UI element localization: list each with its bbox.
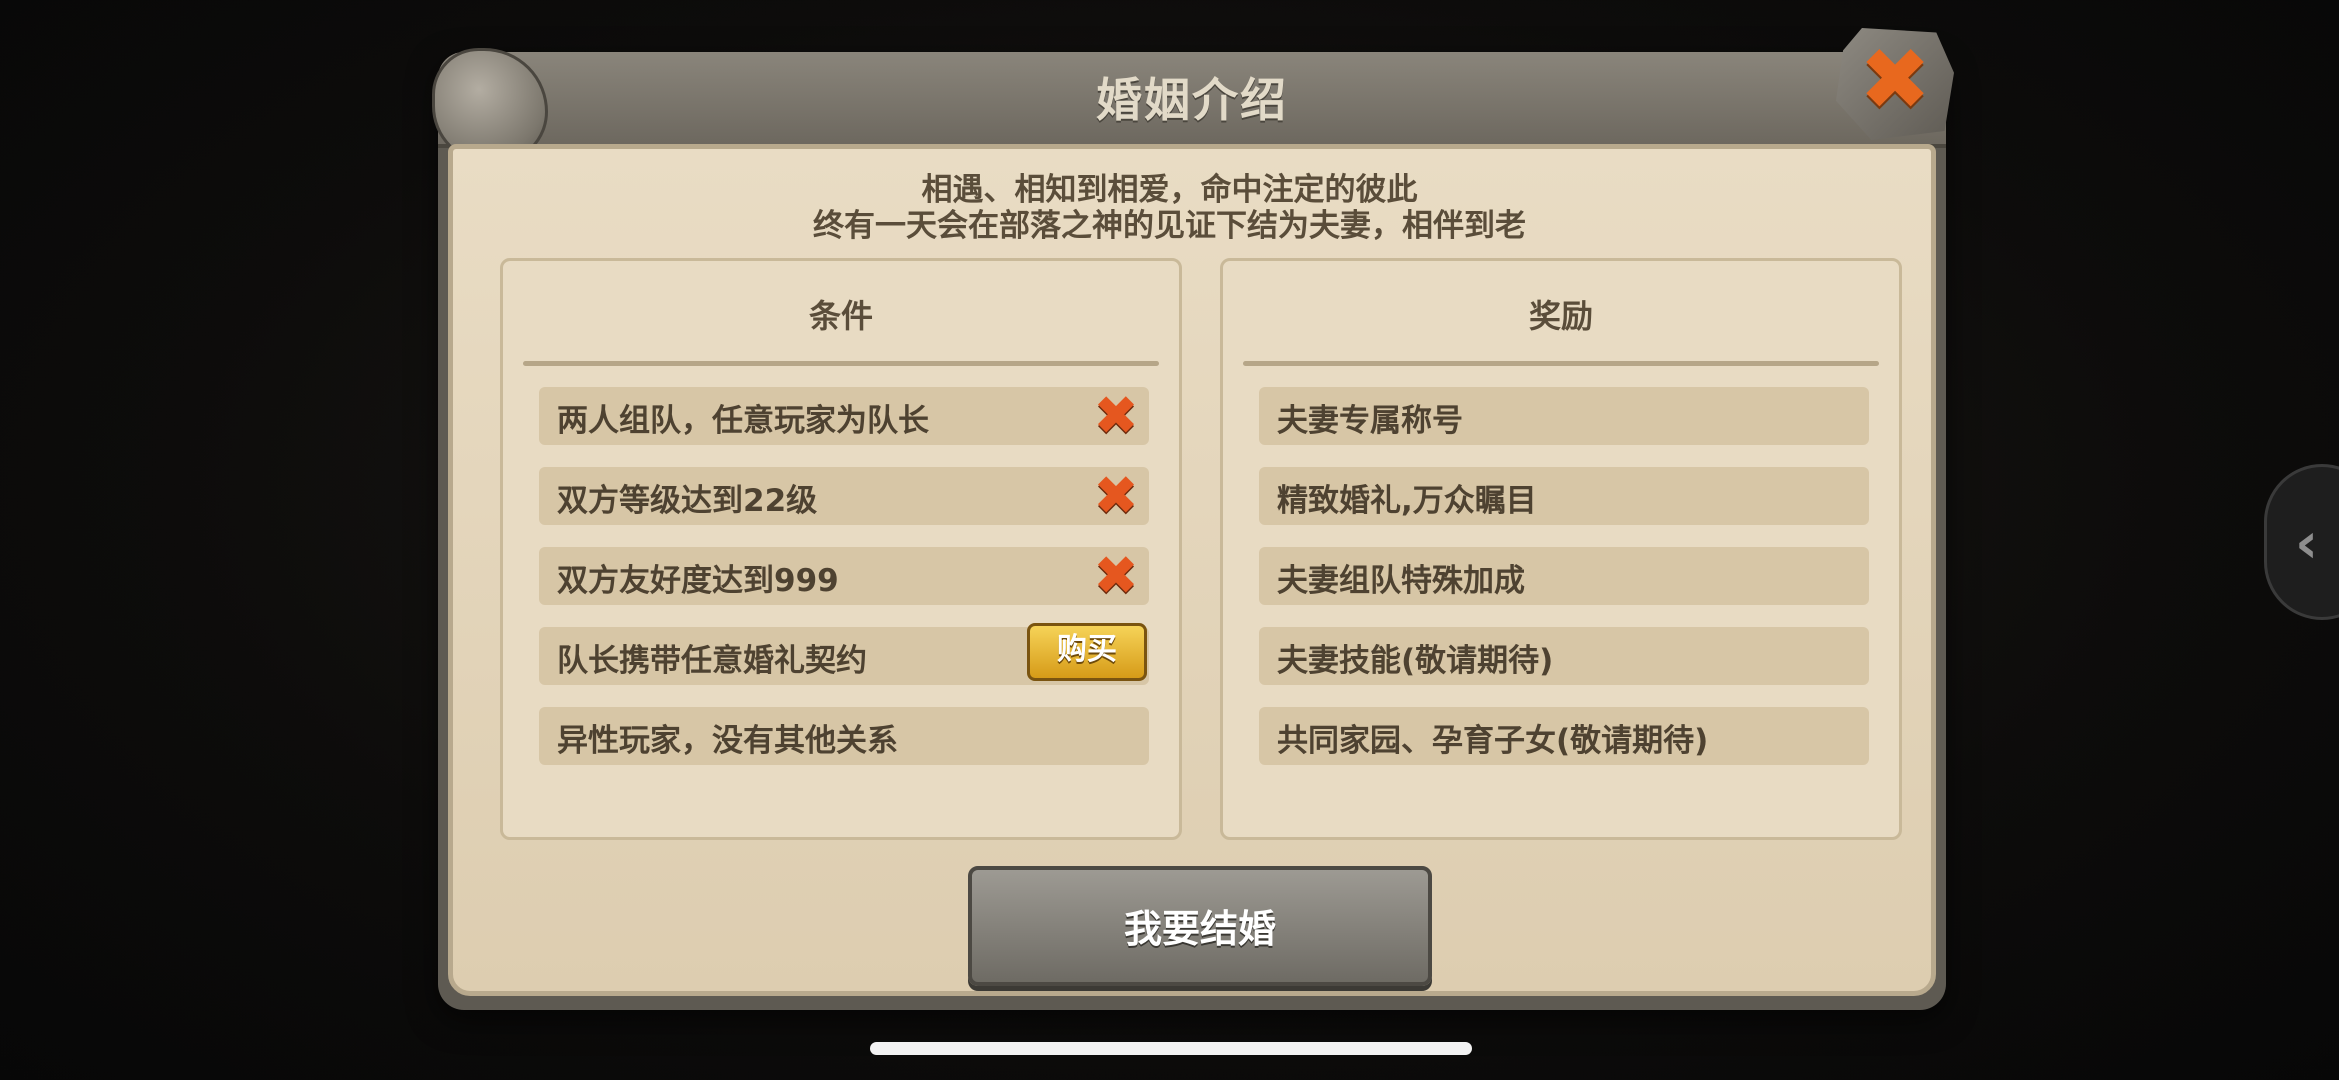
close-icon: ✖ [1858,30,1932,130]
conditions-panel: 条件 两人组队，任意玩家为队长 ✖ 双方等级达到22级 ✖ 双方友好度达到999… [500,258,1182,840]
dialog-title: 婚姻介绍 [1096,73,1288,127]
reward-row: 精致婚礼,万众瞩目 [1259,467,1869,525]
unmet-x-icon: ✖ [1093,384,1139,447]
condition-label: 双方友好度达到999 [557,563,839,599]
chevron-left-icon: ‹ [2295,511,2319,576]
conditions-divider [523,361,1159,366]
side-expand-tab[interactable]: ‹ [2264,464,2339,620]
condition-row: 异性玩家，没有其他关系 [539,707,1149,765]
reward-label: 夫妻组队特殊加成 [1277,563,1525,599]
reward-row: 夫妻组队特殊加成 [1259,547,1869,605]
rewards-panel: 奖励 夫妻专属称号 精致婚礼,万众瞩目 夫妻组队特殊加成 夫妻技能(敬请期待) … [1220,258,1902,840]
home-indicator[interactable] [870,1042,1472,1055]
reward-label: 夫妻技能(敬请期待) [1277,643,1554,679]
reward-label: 夫妻专属称号 [1277,403,1463,439]
reward-row: 夫妻专属称号 [1259,387,1869,445]
marry-button[interactable]: 我要结婚 [968,866,1432,986]
unmet-x-icon: ✖ [1093,464,1139,527]
condition-label: 双方等级达到22级 [557,483,818,519]
intro-line-2: 终有一天会在部落之神的见证下结为夫妻，相伴到老 [813,208,1526,244]
condition-row: 两人组队，任意玩家为队长 ✖ [539,387,1149,445]
marry-button-label: 我要结婚 [1123,907,1276,951]
rewards-divider [1243,361,1879,366]
condition-label: 两人组队，任意玩家为队长 [557,403,929,439]
buy-button[interactable]: 购买 [1027,623,1147,681]
reward-label: 共同家园、孕育子女(敬请期待) [1277,723,1709,759]
condition-row: 双方友好度达到999 ✖ [539,547,1149,605]
rewards-title: 奖励 [1528,297,1593,335]
title-bar: 婚姻介绍 [432,48,1946,164]
reward-row: 夫妻技能(敬请期待) [1259,627,1869,685]
condition-row: 队长携带任意婚礼契约 购买 [539,623,1149,685]
reward-row: 共同家园、孕育子女(敬请期待) [1259,707,1869,765]
conditions-title: 条件 [808,297,873,335]
condition-label: 异性玩家，没有其他关系 [557,723,898,759]
condition-row: 双方等级达到22级 ✖ [539,467,1149,525]
unmet-x-icon: ✖ [1093,544,1139,607]
condition-label: 队长携带任意婚礼契约 [557,643,867,679]
reward-label: 精致婚礼,万众瞩目 [1277,483,1537,519]
close-button[interactable]: ✖ [1836,28,1954,140]
